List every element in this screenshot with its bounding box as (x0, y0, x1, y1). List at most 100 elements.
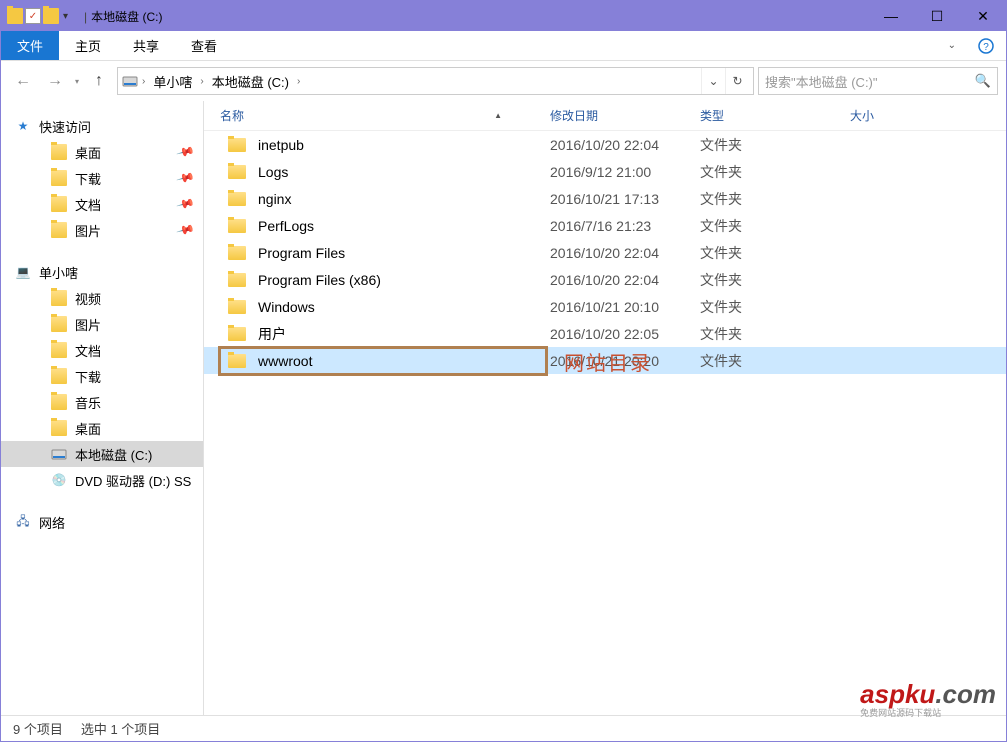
folder-icon (51, 196, 67, 212)
sidebar-network[interactable]: 🖧 网络 (1, 509, 203, 535)
up-button[interactable]: ↑ (85, 67, 113, 95)
address-dropdown-icon[interactable]: ⌄ (701, 68, 725, 94)
ribbon-expand-icon[interactable]: ⌄ (938, 31, 966, 60)
folder-icon (51, 420, 67, 436)
history-dropdown-icon[interactable]: ▾ (73, 77, 81, 86)
search-icon[interactable]: 🔍 (975, 73, 991, 89)
tab-view[interactable]: 查看 (175, 31, 233, 60)
file-name: nginx (258, 191, 550, 207)
file-row[interactable]: inetpub 2016/10/20 22:04 文件夹 (204, 131, 1006, 158)
file-date: 2016/10/21 17:13 (550, 191, 700, 207)
pin-icon: 📌 (176, 194, 196, 214)
file-row[interactable]: nginx 2016/10/21 17:13 文件夹 (204, 185, 1006, 212)
file-date: 2016/9/12 21:00 (550, 164, 700, 180)
watermark: aspku.com 免费网站源码下载站 (860, 679, 996, 719)
file-name: inetpub (258, 137, 550, 153)
address-bar-row: ← → ▾ ↑ › 单小嗐 › 本地磁盘 (C:) › ⌄ ↻ 搜索"本地磁盘 … (1, 61, 1006, 101)
sidebar-item-local-disk-c[interactable]: 本地磁盘 (C:) (1, 441, 203, 467)
file-date: 2016/10/20 22:05 (550, 326, 700, 342)
file-date: 2016/10/21 20:10 (550, 299, 700, 315)
file-name: Program Files (258, 245, 550, 261)
forward-button[interactable]: → (41, 67, 69, 95)
properties-icon[interactable]: ✓ (25, 8, 41, 24)
sidebar-item-desktop[interactable]: 桌面📌 (1, 139, 203, 165)
svg-text:?: ? (983, 42, 989, 53)
folder-icon (228, 273, 246, 287)
file-type: 文件夹 (700, 324, 850, 344)
file-name: Program Files (x86) (258, 272, 550, 288)
column-headers: 名称▲ 修改日期 类型 大小 (204, 101, 1006, 131)
computer-icon: 💻 (15, 264, 31, 280)
folder-icon (228, 165, 246, 179)
file-date: 2016/10/20 22:04 (550, 272, 700, 288)
sidebar-item-documents[interactable]: 文档 (1, 337, 203, 363)
file-row[interactable]: Program Files 2016/10/20 22:04 文件夹 (204, 239, 1006, 266)
navigation-pane: ★ 快速访问 桌面📌 下载📌 文档📌 图片📌 💻 单小嗐 视频 图片 文档 下载… (1, 101, 204, 715)
file-name: PerfLogs (258, 218, 550, 234)
file-row[interactable]: Program Files (x86) 2016/10/20 22:04 文件夹 (204, 266, 1006, 293)
chevron-right-icon[interactable]: › (196, 76, 207, 87)
sidebar-quick-access[interactable]: ★ 快速访问 (1, 113, 203, 139)
folder-icon (228, 300, 246, 314)
close-button[interactable]: ✕ (960, 1, 1006, 31)
folder-icon (51, 170, 67, 186)
breadcrumb[interactable]: 单小嗐 (149, 72, 196, 91)
file-type: 文件夹 (700, 243, 850, 263)
file-date: 2016/10/20 22:04 (550, 137, 700, 153)
annotation-label: 网站目录 (564, 347, 652, 376)
file-row[interactable]: PerfLogs 2016/7/16 21:23 文件夹 (204, 212, 1006, 239)
sidebar-item-music[interactable]: 音乐 (1, 389, 203, 415)
file-row[interactable]: Windows 2016/10/21 20:10 文件夹 (204, 293, 1006, 320)
address-bar[interactable]: › 单小嗐 › 本地磁盘 (C:) › ⌄ ↻ (117, 67, 754, 95)
pin-icon: 📌 (176, 142, 196, 162)
chevron-right-icon[interactable]: › (293, 76, 304, 87)
qat-dropdown[interactable]: ▾ (61, 11, 70, 22)
folder-icon (51, 368, 67, 384)
folder-icon (228, 246, 246, 260)
column-header-type[interactable]: 类型 (700, 107, 850, 124)
disk-icon (51, 446, 67, 462)
file-type: 文件夹 (700, 297, 850, 317)
sidebar-item-dvd-drive[interactable]: 💿DVD 驱动器 (D:) SS (1, 467, 203, 493)
sidebar-item-videos[interactable]: 视频 (1, 285, 203, 311)
column-header-name[interactable]: 名称▲ (220, 107, 550, 124)
sidebar-item-desktop[interactable]: 桌面 (1, 415, 203, 441)
file-row[interactable]: Logs 2016/9/12 21:00 文件夹 (204, 158, 1006, 185)
folder-icon (228, 354, 246, 368)
column-header-size[interactable]: 大小 (850, 107, 930, 124)
tab-share[interactable]: 共享 (117, 31, 175, 60)
tab-file[interactable]: 文件 (1, 31, 59, 60)
refresh-button[interactable]: ↻ (725, 68, 749, 94)
folder-icon (51, 394, 67, 410)
folder-icon (228, 138, 246, 152)
folder-icon[interactable] (43, 8, 59, 24)
minimize-button[interactable]: — (868, 1, 914, 31)
file-list: 名称▲ 修改日期 类型 大小 inetpub 2016/10/20 22:04 … (204, 101, 1006, 715)
column-header-date[interactable]: 修改日期 (550, 107, 700, 124)
folder-icon (228, 327, 246, 341)
sidebar-item-pictures[interactable]: 图片📌 (1, 217, 203, 243)
sidebar-item-documents[interactable]: 文档📌 (1, 191, 203, 217)
status-bar: 9 个项目 选中 1 个项目 (1, 715, 1006, 741)
breadcrumb[interactable]: 本地磁盘 (C:) (208, 72, 293, 91)
search-input[interactable]: 搜索"本地磁盘 (C:)" 🔍 (758, 67, 998, 95)
sidebar-this-pc[interactable]: 💻 单小嗐 (1, 259, 203, 285)
chevron-right-icon[interactable]: › (138, 76, 149, 87)
ribbon-tabs: 文件 主页 共享 查看 ⌄ ? (1, 31, 1006, 61)
file-row[interactable]: 用户 2016/10/20 22:05 文件夹 (204, 320, 1006, 347)
sidebar-item-downloads[interactable]: 下载📌 (1, 165, 203, 191)
search-placeholder: 搜索"本地磁盘 (C:)" (765, 72, 878, 91)
status-selection-count: 选中 1 个项目 (81, 719, 160, 738)
sidebar-item-pictures[interactable]: 图片 (1, 311, 203, 337)
help-icon[interactable]: ? (966, 31, 1006, 60)
sidebar-item-downloads[interactable]: 下载 (1, 363, 203, 389)
file-name: Windows (258, 299, 550, 315)
maximize-button[interactable]: ☐ (914, 1, 960, 31)
folder-icon[interactable] (7, 8, 23, 24)
file-type: 文件夹 (700, 270, 850, 290)
tab-home[interactable]: 主页 (59, 31, 117, 60)
disk-icon (122, 73, 138, 89)
star-icon: ★ (15, 118, 31, 134)
back-button[interactable]: ← (9, 67, 37, 95)
titlebar: ✓ ▾ |本地磁盘 (C:) — ☐ ✕ (1, 1, 1006, 31)
